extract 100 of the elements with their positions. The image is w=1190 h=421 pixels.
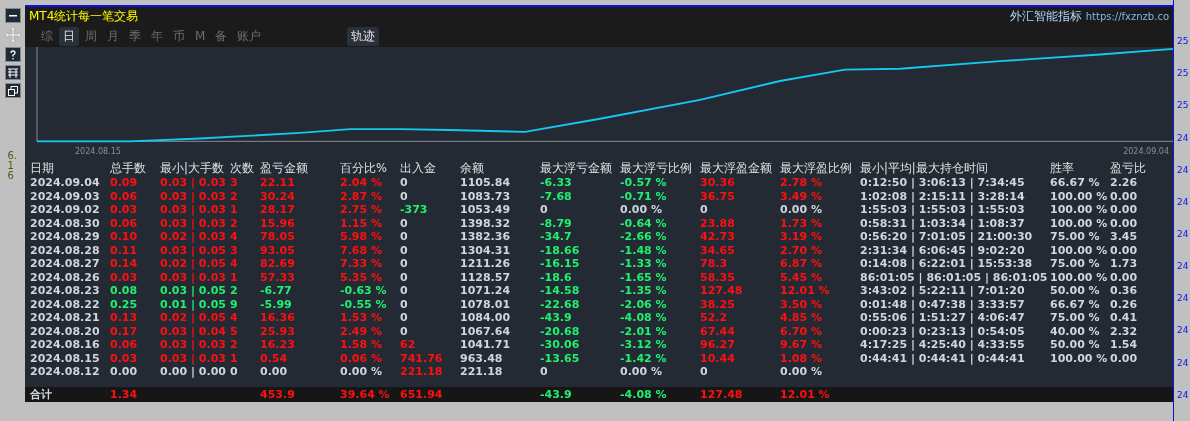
table-cell: 0.01 | 0.05	[160, 297, 226, 311]
table-cell: 30.24	[260, 189, 295, 203]
column-header: 盈亏金额	[260, 161, 308, 176]
table-cell: 1	[230, 351, 238, 365]
table-cell: 75.00 %	[1050, 257, 1100, 271]
price-label: 25	[1177, 68, 1190, 79]
table-cell: 1.73 %	[780, 216, 822, 230]
table-cell: 0.00 %	[620, 203, 662, 217]
table-cell: 0.54	[260, 351, 288, 365]
table-cell: -2.01 %	[620, 324, 667, 338]
total-cell: 127.48	[700, 388, 743, 401]
price-label: 24	[1177, 357, 1190, 368]
period-tab[interactable]: 币	[169, 26, 189, 46]
period-tab[interactable]: 周	[81, 26, 101, 46]
table-cell: 2.87 %	[340, 189, 382, 203]
table-cell: 0.00	[110, 365, 138, 379]
table-cell: 0:56:20 | 7:01:05 | 21:00:30	[860, 230, 1033, 244]
table-cell: 75.00 %	[1050, 230, 1100, 244]
track-tab[interactable]: 轨迹	[347, 26, 380, 46]
table-cell: -1.33 %	[620, 257, 667, 271]
table-cell: 78.05	[260, 230, 295, 244]
column-header: 百分比%	[340, 161, 387, 176]
table-cell: 1071.24	[460, 284, 511, 298]
table-cell: 0.00	[1110, 270, 1138, 284]
table-cell: 0	[400, 230, 408, 244]
table-cell: 2024.08.23	[30, 284, 100, 298]
table-cell: 0.00 %	[340, 365, 382, 379]
table-cell: 23.88	[700, 216, 735, 230]
period-tab[interactable]: 日	[59, 26, 79, 46]
restore-icon[interactable]	[4, 83, 21, 98]
table-cell: 50.00 %	[1050, 284, 1100, 298]
table-cell: 75.00 %	[1050, 311, 1100, 325]
table-cell: 963.48	[460, 351, 503, 365]
table-cell: 0.25	[110, 297, 138, 311]
column-header: 最小|大手数	[160, 161, 224, 176]
table-cell: 5.98 %	[340, 230, 382, 244]
table-cell: -0.55 %	[340, 297, 387, 311]
column-header: 总手数	[110, 161, 146, 176]
table-cell: 6.70 %	[780, 324, 822, 338]
period-tab[interactable]: 账户	[233, 26, 266, 46]
table-cell: 1.73	[1110, 257, 1138, 271]
table-cell: 1067.64	[460, 324, 511, 338]
table-cell: 2024.08.26	[30, 270, 100, 284]
table-cell: 221.18	[400, 365, 443, 379]
table-cell: 0.03 | 0.04	[160, 324, 226, 338]
table-cell: 100.00 %	[1050, 243, 1108, 257]
table-cell: 100.00 %	[1050, 216, 1108, 230]
table-cell: 1.15 %	[340, 216, 382, 230]
period-tab[interactable]: 年	[147, 26, 167, 46]
table-cell: 1	[230, 203, 238, 217]
table-cell: 16.23	[260, 338, 295, 352]
table-cell: 4	[230, 311, 238, 325]
table-cell: 2024.08.28	[30, 243, 100, 257]
table-cell: 50.00 %	[1050, 338, 1100, 352]
table-cell: 2.49 %	[340, 324, 382, 338]
period-tab[interactable]: 备	[211, 26, 232, 46]
table-cell: 0.03 | 0.03	[160, 270, 226, 284]
table-cell: 1053.49	[460, 203, 511, 217]
total-cell: 453.9	[260, 388, 295, 401]
price-label: 25	[1177, 100, 1190, 111]
table-cell: 42.73	[700, 230, 735, 244]
table-cell: 25.93	[260, 324, 295, 338]
period-tab[interactable]: 月	[103, 26, 123, 46]
table-cell: -1.35 %	[620, 284, 667, 298]
table-cell: 0.41	[1110, 311, 1138, 325]
table-cell: -18.66	[540, 243, 580, 257]
price-label: 24	[1177, 164, 1190, 175]
website-link[interactable]: https://fxznzb.co	[1085, 10, 1169, 22]
table-cell: 66.67 %	[1050, 297, 1100, 311]
table-cell: 0.00	[1110, 216, 1138, 230]
table-cell: 3	[230, 176, 238, 190]
column-header: 出入金	[400, 161, 436, 176]
table-cell: 1.58 %	[340, 338, 382, 352]
total-cell: 651.94	[400, 388, 443, 401]
table-cell: -0.71 %	[620, 189, 667, 203]
table-cell: 0.08	[110, 284, 138, 298]
table-cell: -0.63 %	[340, 284, 387, 298]
table-cell: 0.17	[110, 324, 138, 338]
table-cell: 5.35 %	[340, 270, 382, 284]
period-tab[interactable]: 综	[37, 26, 57, 46]
price-label: 24	[1177, 293, 1190, 304]
total-cell: 12.01 %	[780, 388, 830, 401]
table-cell: 1:02:08 | 2:15:11 | 3:28:14	[860, 189, 1025, 203]
table-cell: 16.36	[260, 311, 295, 325]
table-cell: -30.06	[540, 338, 580, 352]
table-cell: 0.03 | 0.03	[160, 189, 226, 203]
table-cell: 2024.09.04	[30, 176, 100, 190]
grid-icon[interactable]	[4, 65, 21, 80]
table-cell: 0:00:23 | 0:23:13 | 0:54:05	[860, 324, 1025, 338]
table-cell: 0.03	[110, 351, 138, 365]
table-cell: 0.00	[1110, 351, 1138, 365]
period-tab[interactable]: 季	[125, 26, 145, 46]
table-cell: 0	[400, 243, 408, 257]
table-cell: 1.54	[1110, 338, 1138, 352]
table-cell: -43.9	[540, 311, 572, 325]
table-cell: 6.87 %	[780, 257, 822, 271]
table-cell: 36.75	[700, 189, 735, 203]
help-icon[interactable]	[4, 47, 21, 62]
period-tab[interactable]: M	[191, 28, 210, 44]
minimize-icon[interactable]	[4, 8, 21, 23]
